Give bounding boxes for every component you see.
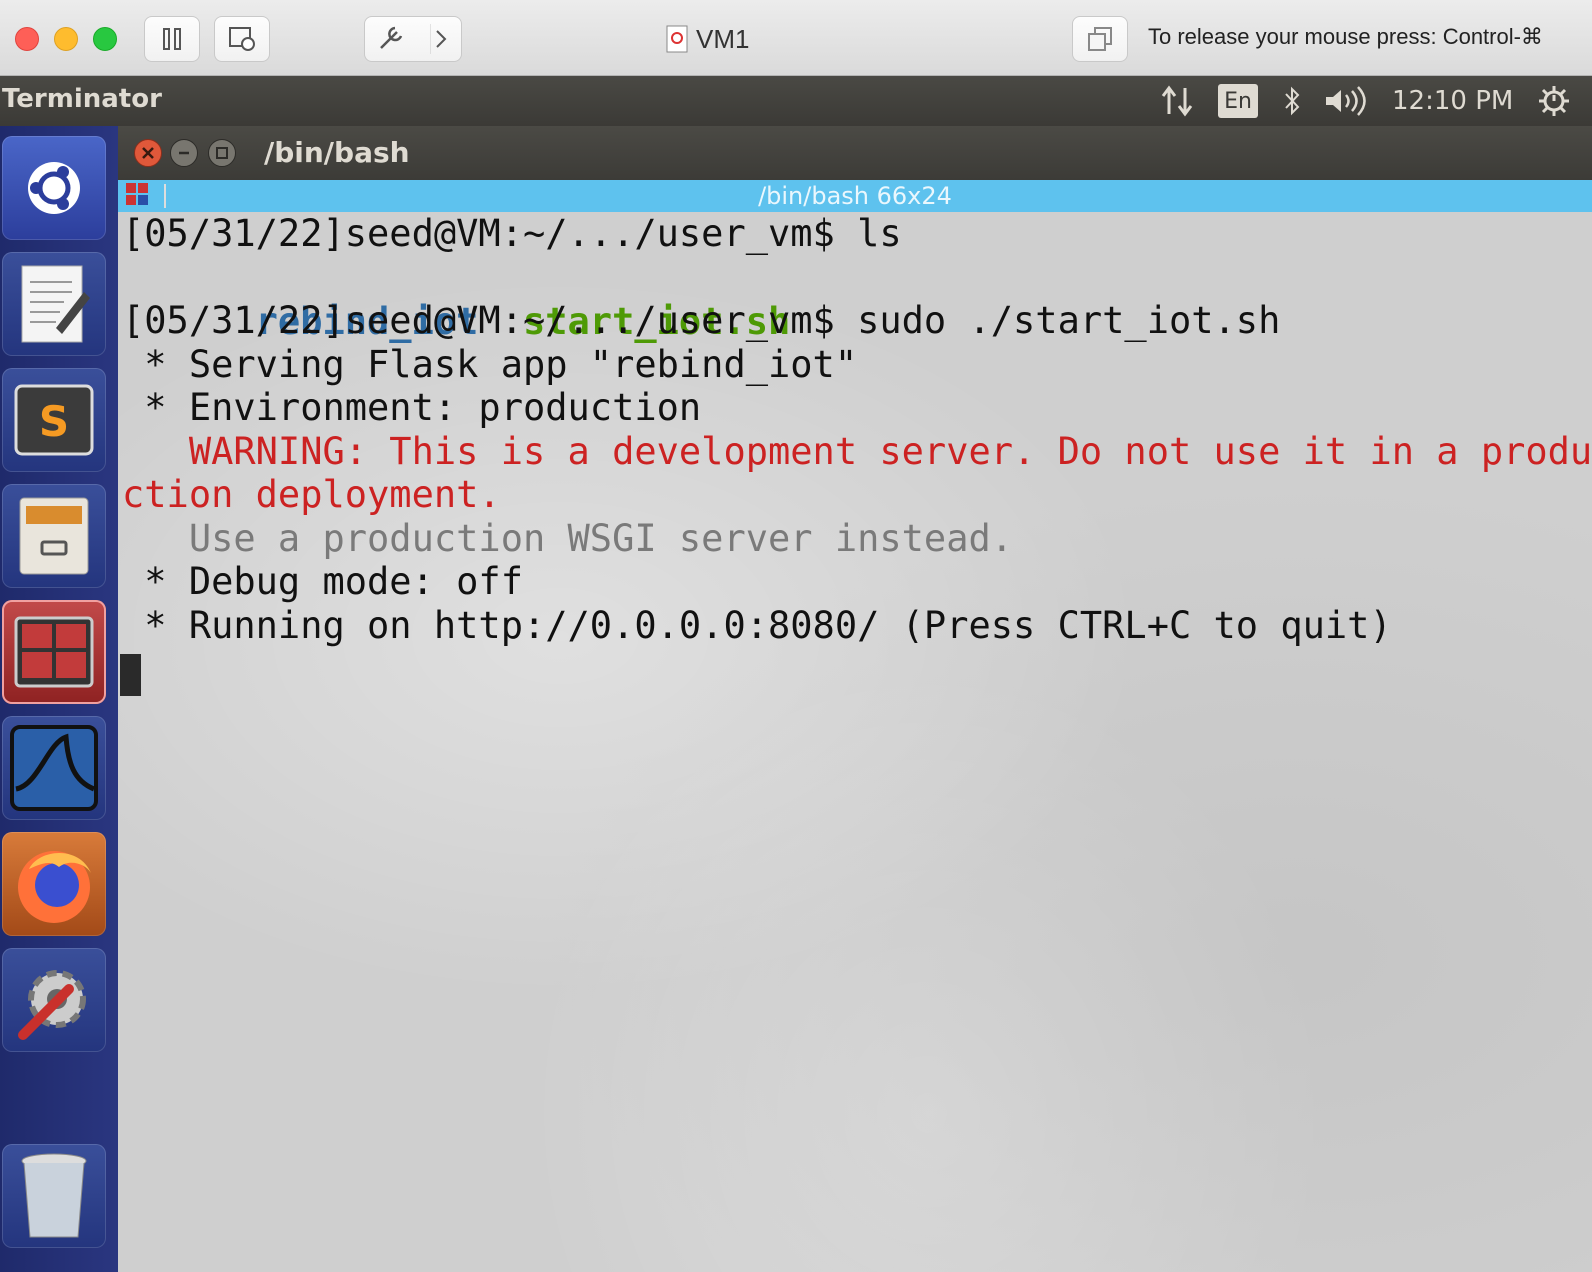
snapshot-icon bbox=[229, 27, 255, 51]
terminal-header-title: /bin/bash 66x24 bbox=[758, 182, 952, 210]
keyboard-language-indicator[interactable]: En bbox=[1218, 84, 1258, 118]
launcher-terminator[interactable] bbox=[2, 600, 106, 704]
terminal-line: [05/31/22]seed@VM:~/.../user_vm$ ls bbox=[122, 212, 902, 255]
file-cabinet-icon bbox=[19, 497, 89, 575]
pause-vm-button[interactable] bbox=[144, 16, 200, 62]
terminal-group-menu-icon[interactable] bbox=[124, 181, 154, 211]
terminal-cursor bbox=[120, 654, 141, 696]
zoom-window-button[interactable] bbox=[93, 27, 117, 51]
network-arrows-icon bbox=[1161, 85, 1193, 117]
terminal-tab-header[interactable]: /bin/bash 66x24 bbox=[118, 180, 1592, 212]
launcher-file-manager[interactable] bbox=[2, 484, 106, 588]
sublime-text-icon: S bbox=[14, 384, 94, 456]
launcher-sublime-text[interactable]: S bbox=[2, 368, 106, 472]
firefox-icon bbox=[18, 851, 91, 923]
launcher-trash[interactable] bbox=[2, 1144, 106, 1248]
close-window-button[interactable] bbox=[15, 27, 39, 51]
trash-icon bbox=[21, 1153, 87, 1238]
network-indicator[interactable] bbox=[1158, 84, 1196, 118]
terminal-line: * Debug mode: off bbox=[122, 560, 523, 603]
vm-document-icon bbox=[666, 25, 688, 53]
launcher-system-settings[interactable] bbox=[2, 948, 106, 1052]
settings-button[interactable] bbox=[364, 16, 462, 62]
svg-text:S: S bbox=[39, 397, 69, 446]
wrench-icon bbox=[380, 24, 431, 54]
terminal-close-button[interactable] bbox=[134, 139, 162, 167]
window-copy-icon bbox=[1088, 27, 1112, 51]
hint-line: Use a production WSGI server instead. bbox=[122, 517, 1014, 560]
header-divider bbox=[164, 184, 166, 208]
text-editor-icon bbox=[21, 265, 90, 343]
terminal-maximize-button[interactable] bbox=[208, 139, 236, 167]
terminal-window-title: /bin/bash bbox=[264, 136, 410, 169]
gear-power-icon bbox=[1539, 86, 1569, 116]
close-icon bbox=[142, 147, 154, 159]
minimize-icon bbox=[179, 151, 189, 155]
vm-host-titlebar: VM1 To release your mouse press: Control… bbox=[0, 0, 1592, 76]
terminal-line: [05/31/22]seed@VM:~/.../user_vm$ sudo ./… bbox=[122, 299, 1281, 342]
terminal-minimize-button[interactable] bbox=[170, 139, 198, 167]
terminal-line: * Environment: production bbox=[122, 386, 702, 429]
launcher-wireshark[interactable] bbox=[2, 716, 106, 820]
fullscreen-toggle-button[interactable] bbox=[1072, 16, 1128, 62]
pause-icon bbox=[163, 28, 181, 50]
speaker-volume-icon bbox=[1326, 86, 1366, 116]
terminal-window: /bin/bash /bin/bash 66x24 [05/31/22]seed… bbox=[118, 126, 1592, 1272]
bluetooth-icon bbox=[1285, 86, 1300, 116]
vm-title-text: VM1 bbox=[696, 23, 750, 54]
warning-line: WARNING: This is a development server. D… bbox=[122, 430, 1592, 473]
terminator-icon bbox=[14, 616, 94, 688]
volume-indicator[interactable] bbox=[1324, 84, 1368, 118]
session-menu[interactable] bbox=[1536, 84, 1572, 118]
terminal-output[interactable]: [05/31/22]seed@VM:~/.../user_vm$ ls rebi… bbox=[118, 212, 1592, 1272]
vm-window-title: VM1 bbox=[666, 22, 749, 56]
warning-line: ction deployment. bbox=[122, 473, 501, 516]
ubuntu-top-panel: Terminator En 12:10 PM bbox=[0, 76, 1592, 126]
clock[interactable]: 12:10 PM bbox=[1392, 84, 1513, 118]
minimize-window-button[interactable] bbox=[54, 27, 78, 51]
launcher-firefox[interactable] bbox=[2, 832, 106, 936]
unity-launcher: S bbox=[0, 126, 118, 1272]
focused-app-name: Terminator bbox=[2, 84, 162, 114]
settings-wrench-gear-icon bbox=[18, 970, 86, 1040]
terminal-line: * Serving Flask app "rebind_iot" bbox=[122, 343, 858, 386]
snapshot-button[interactable] bbox=[214, 16, 270, 62]
ubuntu-logo-icon bbox=[28, 162, 80, 214]
release-mouse-hint: To release your mouse press: Control-⌘ bbox=[1148, 24, 1543, 49]
launcher-text-editor[interactable] bbox=[2, 252, 106, 356]
launcher-ubuntu-dash[interactable] bbox=[2, 136, 106, 240]
terminal-line: * Running on http://0.0.0.0:8080/ (Press… bbox=[122, 604, 1392, 647]
chevron-right-icon bbox=[436, 30, 447, 48]
terminal-titlebar[interactable]: /bin/bash bbox=[118, 126, 1592, 180]
bluetooth-indicator[interactable] bbox=[1278, 84, 1306, 118]
maximize-icon bbox=[216, 147, 228, 159]
wireshark-fin-icon bbox=[10, 725, 98, 811]
